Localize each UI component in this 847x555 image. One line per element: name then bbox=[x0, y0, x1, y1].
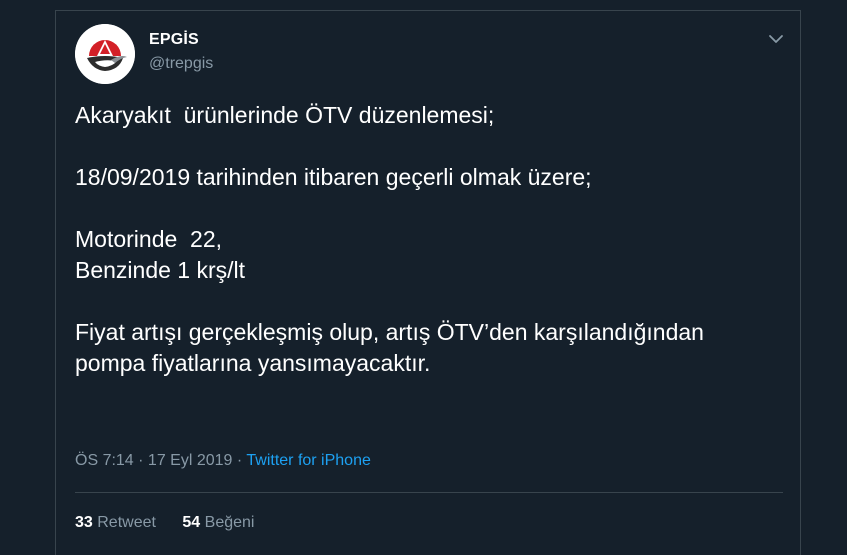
epgis-logo-icon bbox=[75, 24, 135, 84]
tweet-time[interactable]: ÖS 7:14 bbox=[75, 452, 134, 469]
chevron-down-icon[interactable] bbox=[765, 28, 787, 50]
meta-separator: · bbox=[232, 452, 247, 469]
tweet-stats: 33 Retweet 54 Beğeni bbox=[75, 514, 276, 532]
retweets-label: Retweet bbox=[97, 514, 156, 531]
meta-separator: · bbox=[133, 452, 148, 469]
author-name[interactable]: EPGİS bbox=[149, 31, 199, 49]
author-handle[interactable]: @trepgis bbox=[149, 55, 213, 73]
tweet-text: Akaryakıt ürünlerinde ÖTV düzenlemesi; 1… bbox=[75, 102, 704, 376]
retweets-stat[interactable]: 33 Retweet bbox=[75, 514, 156, 531]
divider bbox=[75, 492, 783, 493]
likes-stat[interactable]: 54 Beğeni bbox=[182, 514, 254, 531]
likes-label: Beğeni bbox=[204, 514, 255, 531]
retweets-count: 33 bbox=[75, 514, 93, 531]
tweet-date[interactable]: 17 Eyl 2019 bbox=[148, 452, 233, 469]
likes-count: 54 bbox=[182, 514, 201, 531]
tweet-card: EPGİS @trepgis Akaryakıt ürünlerinde ÖTV… bbox=[55, 10, 801, 555]
tweet-source-link[interactable]: Twitter for iPhone bbox=[246, 452, 371, 469]
avatar[interactable] bbox=[75, 24, 135, 84]
tweet-meta: ÖS 7:14 · 17 Eyl 2019 · Twitter for iPho… bbox=[75, 452, 371, 470]
